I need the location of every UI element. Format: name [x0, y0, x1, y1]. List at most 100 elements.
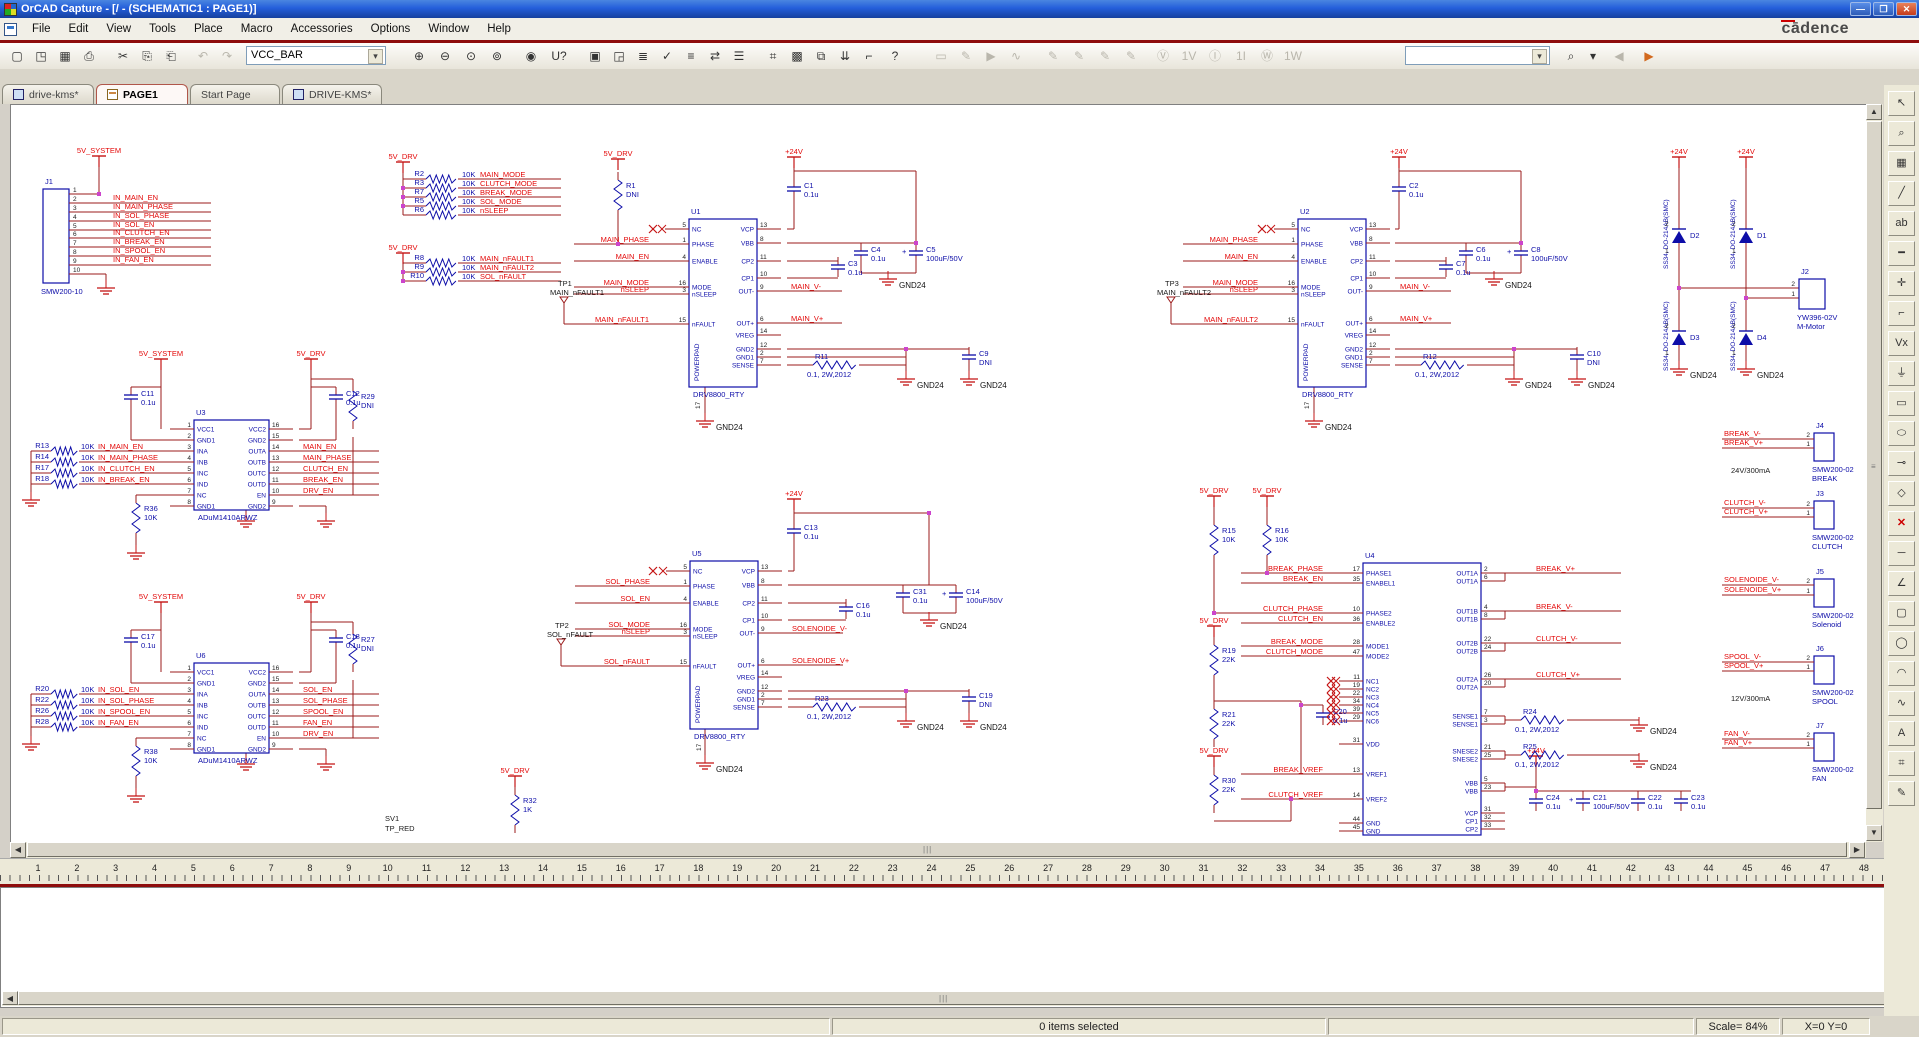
ground-gnd24[interactable]: GND24 [879, 271, 926, 290]
connector-J7[interactable]: J72FAN_V-1FAN_V+SMW200-02FAN [1722, 721, 1854, 783]
current-level-marker-icon[interactable]: 1I [1230, 45, 1252, 66]
edit-simulation-profile-icon[interactable]: ✎ [955, 45, 977, 66]
ground[interactable] [22, 492, 40, 506]
place-net-alias-icon[interactable]: ab [1888, 211, 1915, 236]
place-part-icon[interactable]: ▦ [1888, 151, 1915, 176]
capacitor-C2[interactable]: C20.1u [1392, 179, 1424, 199]
resistor-R32[interactable]: R321K [511, 787, 537, 833]
save-icon[interactable]: ▦ [54, 45, 76, 66]
ground-gnd24[interactable]: GND24 [1670, 361, 1717, 380]
ground-gnd24[interactable]: GND24 [897, 371, 944, 390]
power-flag-5V_DRV[interactable]: 5V_DRV [1252, 486, 1281, 507]
capacitor-C8[interactable]: +C8100uF/50V [1507, 243, 1568, 263]
resistor-R24[interactable]: R240.1, 2W,2012 [1515, 707, 1564, 734]
search-options-icon[interactable]: ▾ [1582, 45, 1604, 66]
zoom-all-icon[interactable]: ⊚ [486, 45, 508, 66]
zoom-out-icon[interactable]: ⊖ [434, 45, 456, 66]
connector-J2[interactable]: J221YW396-02VM-Motor [1791, 267, 1837, 331]
no-connect-mark[interactable] [1258, 225, 1266, 233]
new-icon[interactable]: ▢ [6, 45, 28, 66]
undo-icon[interactable]: ↶ [192, 45, 214, 66]
label[interactable]: 12V/300mA [1731, 694, 1770, 703]
ic-U1[interactable]: U1DRV8800_RTYPOWERPAD5NCMAIN_PHASE1PHASE… [574, 207, 842, 399]
tab-start-page[interactable]: Start Page [190, 84, 280, 104]
voltage-level-marker-icon[interactable]: 1V [1178, 45, 1200, 66]
session-log[interactable]: ▲ ▼ ◀ ||| ▶ [0, 887, 1919, 1008]
power-flag-5V_DRV[interactable]: 5V_DRV [388, 243, 417, 264]
diode-D3[interactable]: D3SS34, DO-214AB(SMC)21 [1663, 301, 1700, 371]
label[interactable]: SV1 [385, 814, 399, 823]
resistor-R16[interactable]: R1610K [1263, 517, 1289, 563]
help-icon[interactable]: ? [884, 45, 906, 66]
zoom-in-icon[interactable]: ⊕ [408, 45, 430, 66]
no-connect-mark[interactable] [1327, 677, 1335, 685]
goto-part-icon[interactable]: U? [548, 45, 570, 66]
current-probe-icon[interactable]: ✎ [1068, 45, 1090, 66]
zoom-area-icon[interactable]: ⊙ [460, 45, 482, 66]
ground-gnd24[interactable]: GND24 [1630, 753, 1677, 772]
hscroll-thumb[interactable]: ||| [27, 842, 1847, 857]
input-resistor-bank[interactable]: R2010KIN_SOL_ENR2210KIN_SOL_PHASER2610KI… [31, 684, 170, 736]
ic-U3[interactable]: U3ADuM1410ARWZ1VCC12GND13INA4INB5INC6IND… [170, 408, 379, 522]
descend-hierarchy-icon[interactable]: ⇊ [834, 45, 856, 66]
no-connect-mark[interactable] [649, 567, 657, 575]
resistor-R15[interactable]: R1510K [1210, 517, 1236, 563]
differential-probe-icon[interactable]: ✎ [1120, 45, 1142, 66]
capacitor-C11[interactable]: C110.1u [124, 387, 156, 407]
place-line-icon[interactable]: ─ [1888, 541, 1915, 566]
log-hscrollbar[interactable]: ◀ ||| ▶ [2, 991, 1902, 1006]
run-pspice-icon[interactable]: ▶ [980, 45, 1002, 66]
paste-icon[interactable]: ⎗ [160, 45, 182, 66]
ground-gnd24[interactable]: GND24 [696, 413, 743, 432]
bill-of-materials-icon[interactable]: ☰ [728, 45, 750, 66]
annotate-tool-icon[interactable]: ✎ [1888, 781, 1915, 806]
ground-gnd24[interactable]: GND24 [1568, 371, 1615, 390]
capacitor-C4[interactable]: C40.1u [854, 243, 886, 263]
place-hierarchical-block-icon[interactable]: ▭ [1888, 391, 1915, 416]
minimize-button[interactable]: — [1850, 2, 1871, 16]
place-off-page-connector-icon[interactable]: ◇ [1888, 481, 1915, 506]
ground-gnd24[interactable]: GND24 [960, 371, 1007, 390]
power-flag-+24V[interactable]: +24V [1670, 147, 1688, 168]
label[interactable]: 17 [695, 401, 702, 409]
place-text-icon[interactable]: A [1888, 721, 1915, 746]
power-flag-5V_SYSTEM[interactable]: 5V_SYSTEM [139, 592, 183, 613]
diode-D2[interactable]: D2SS34, DO-214AB(SMC)21 [1663, 199, 1700, 269]
resistor-R38[interactable]: R3810K [132, 738, 158, 784]
connector-J3[interactable]: J32CLUTCH_V-1CLUTCH_V+SMW200-02CLUTCH [1722, 489, 1854, 551]
resistor-R23[interactable]: R230.1, 2W,2012 [807, 694, 856, 721]
ground-gnd24[interactable]: GND24 [1305, 413, 1352, 432]
net-select-combobox[interactable]: VCC_BAR [246, 46, 386, 65]
resistor-R30[interactable]: R3022K [1210, 767, 1236, 813]
select-icon[interactable]: ↖ [1888, 91, 1915, 116]
tab-drive-kms-[interactable]: DRIVE-KMS* [282, 84, 382, 104]
no-connect-mark[interactable] [649, 225, 657, 233]
diode-D1[interactable]: D1SS34, DO-214AB(SMC)21 [1730, 199, 1767, 269]
power-flag-+24V[interactable]: +24V [785, 147, 803, 168]
menu-file[interactable]: File [23, 20, 60, 38]
update-properties-icon[interactable]: ≣ [632, 45, 654, 66]
power-flag-+24V[interactable]: +24V [1737, 147, 1755, 168]
place-power-icon[interactable]: Vx [1888, 331, 1915, 356]
power-probe-icon[interactable]: ✎ [1094, 45, 1116, 66]
capacitor-C9[interactable]: C9DNI [962, 347, 992, 367]
scroll-left-icon[interactable]: ◀ [10, 842, 26, 858]
capacitor-C13[interactable]: C130.1u [787, 521, 819, 541]
power-flag-5V_DRV[interactable]: 5V_DRV [500, 766, 529, 787]
capacitor-C16[interactable]: C160.1u [839, 599, 871, 619]
ic-U6[interactable]: U6ADuM1410ARWZ1VCC12GND13INA4INB5INC6IND… [170, 651, 379, 765]
menu-macro[interactable]: Macro [232, 20, 282, 38]
place-polyline-icon[interactable]: ∠ [1888, 571, 1915, 596]
power-flag-5V_DRV[interactable]: 5V_DRV [1199, 616, 1228, 637]
scroll-right-icon[interactable]: ▶ [1849, 842, 1865, 858]
document-icon[interactable] [4, 23, 17, 36]
ground-gnd24[interactable]: GND24 [1737, 361, 1784, 380]
snap-to-grid-icon[interactable]: ⌗ [762, 45, 784, 66]
resistor-R36[interactable]: R3610K [132, 495, 158, 541]
power-flag-5V_DRV[interactable]: 5V_DRV [296, 349, 325, 370]
tab-drive-kms-[interactable]: drive-kms* [2, 84, 94, 104]
testpoint-TP2[interactable]: TP2SOL_nFAULT [547, 621, 594, 645]
cut-icon[interactable]: ✂ [112, 45, 134, 66]
place-wire-icon[interactable]: ╱ [1888, 181, 1915, 206]
new-simulation-profile-icon[interactable]: ▭ [930, 45, 952, 66]
